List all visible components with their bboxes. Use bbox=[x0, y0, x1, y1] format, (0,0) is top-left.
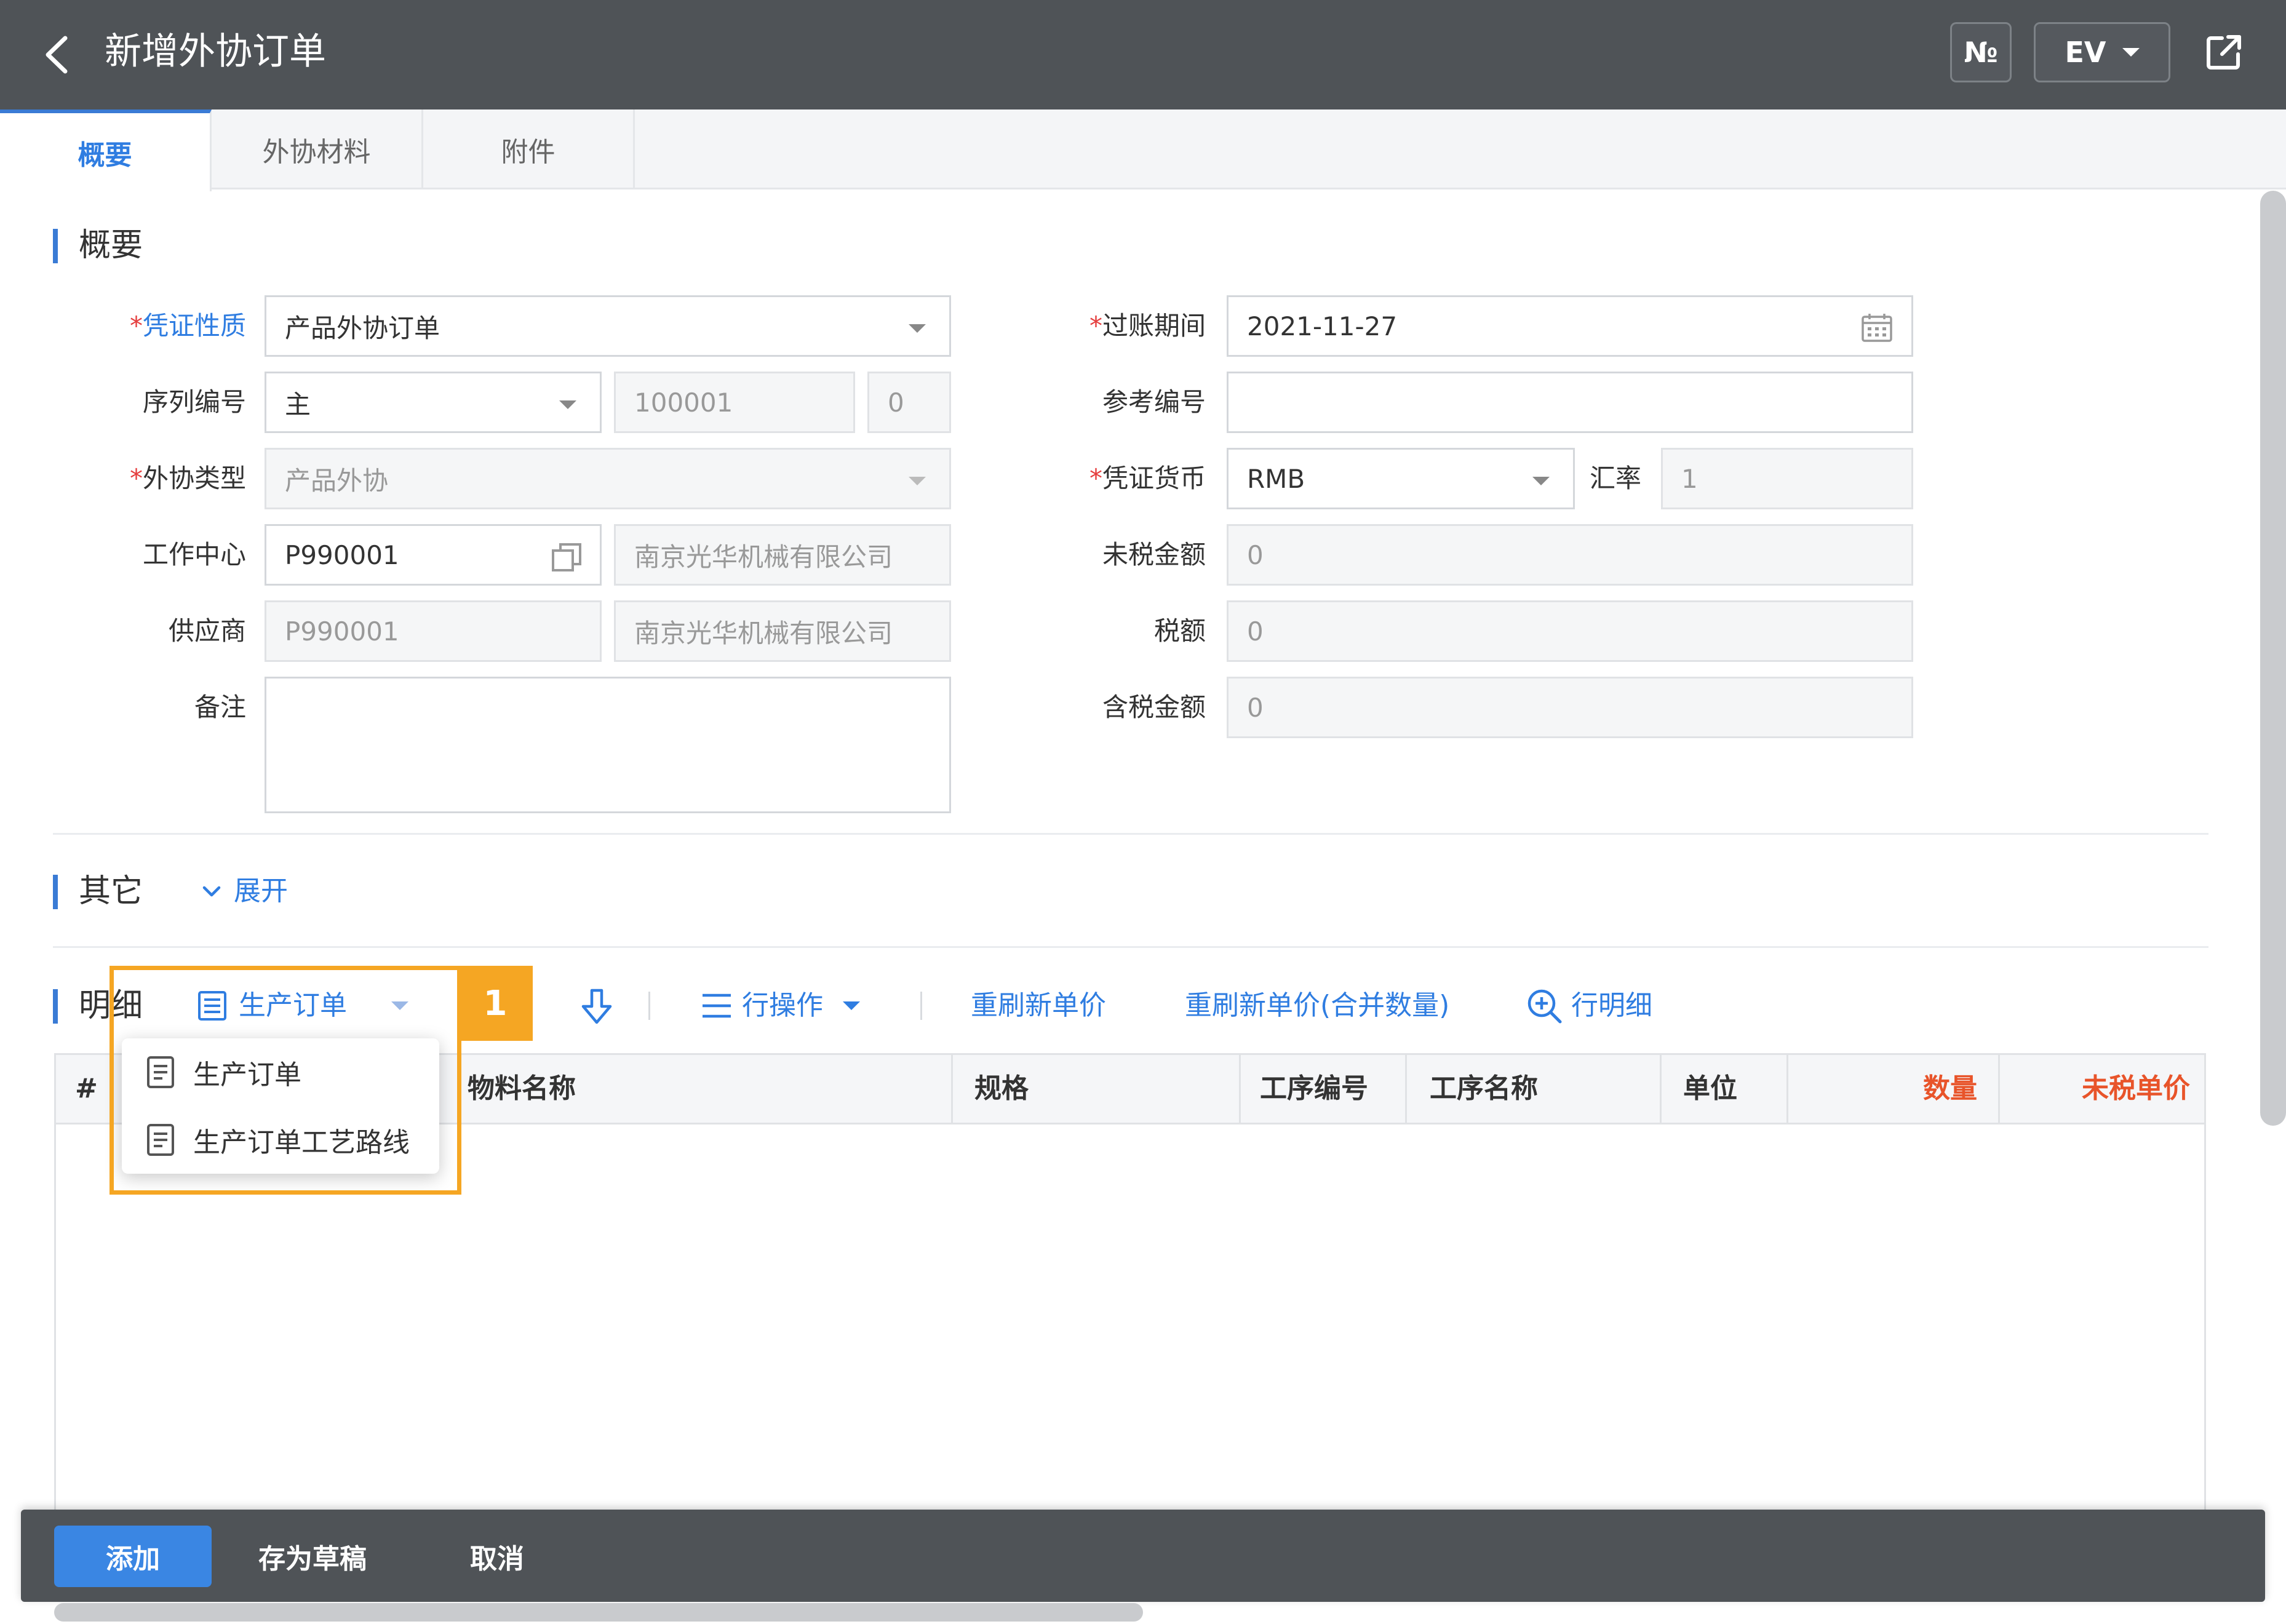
serial-no-select[interactable]: 主 bbox=[265, 372, 602, 433]
chevron-down-icon bbox=[909, 324, 926, 333]
column-header-process-no: 工序编号 bbox=[1260, 1073, 1368, 1104]
serial-suffix-field: 0 bbox=[867, 372, 951, 433]
divider bbox=[53, 946, 2208, 948]
chevron-down-icon bbox=[909, 477, 926, 485]
section-title-overview: 概要 bbox=[79, 227, 143, 264]
expand-toggle[interactable]: 展开 bbox=[199, 870, 288, 913]
step-badge: 1 bbox=[458, 966, 533, 1041]
cancel-button[interactable]: 取消 bbox=[470, 1526, 524, 1587]
ev-dropdown-button[interactable]: EV bbox=[2034, 22, 2170, 82]
toolbar-separator bbox=[920, 992, 922, 1020]
remark-textarea[interactable] bbox=[265, 677, 951, 813]
posting-period-label: *过账期间 bbox=[1089, 311, 1206, 341]
vertical-scrollbar[interactable] bbox=[2260, 191, 2286, 1126]
taxed-amount-label: 含税金额 bbox=[1102, 692, 1206, 722]
column-header-untaxed-price: 未税单价 bbox=[2082, 1073, 2190, 1104]
column-header-process-name: 工序名称 bbox=[1430, 1073, 1538, 1104]
taxed-amount-field: 0 bbox=[1227, 677, 1913, 738]
external-link-icon[interactable] bbox=[2204, 32, 2244, 73]
column-divider bbox=[951, 1053, 953, 1124]
ev-button-label: EV bbox=[2065, 36, 2106, 69]
chevron-down-icon bbox=[559, 400, 576, 409]
section-marker bbox=[53, 989, 58, 1024]
number-button[interactable]: № bbox=[1950, 22, 2012, 82]
column-header-index: # bbox=[75, 1073, 98, 1104]
untaxed-amount-label: 未税金额 bbox=[1102, 539, 1206, 570]
outsource-type-select: 产品外协 bbox=[265, 448, 951, 509]
tab-overview-label: 概要 bbox=[78, 139, 132, 171]
section-marker bbox=[53, 875, 58, 909]
column-header-quantity: 数量 bbox=[1923, 1073, 1977, 1104]
section-title-other: 其它 bbox=[79, 873, 143, 910]
supplier-label: 供应商 bbox=[168, 616, 246, 646]
rate-label: 汇率 bbox=[1589, 463, 1641, 493]
column-divider bbox=[1405, 1053, 1407, 1124]
refresh-price-button[interactable]: 重刷新单价 bbox=[971, 984, 1106, 1027]
section-marker bbox=[53, 229, 58, 263]
import-arrow-icon[interactable] bbox=[578, 988, 615, 1026]
number-button-label: № bbox=[1964, 36, 1998, 69]
column-divider bbox=[1239, 1053, 1241, 1124]
copy-icon[interactable] bbox=[551, 541, 584, 574]
tab-materials-label: 外协材料 bbox=[262, 137, 371, 168]
calendar-icon[interactable] bbox=[1861, 313, 1893, 343]
currency-label: *凭证货币 bbox=[1089, 463, 1206, 493]
voucher-type-label: *凭证性质 bbox=[129, 311, 246, 341]
serial-number-field: 100001 bbox=[614, 372, 855, 433]
page-title: 新增外协订单 bbox=[105, 30, 326, 73]
serial-no-label: 序列编号 bbox=[142, 387, 246, 417]
ref-no-label: 参考编号 bbox=[1102, 387, 1206, 417]
back-arrow-icon[interactable] bbox=[37, 33, 76, 76]
column-header-spec: 规格 bbox=[974, 1073, 1029, 1104]
ref-no-input[interactable] bbox=[1227, 372, 1913, 433]
work-center-input[interactable]: P990001 bbox=[265, 524, 602, 586]
rate-field: 1 bbox=[1661, 448, 1913, 509]
app-header bbox=[0, 0, 2286, 109]
work-center-name-field: 南京光华机械有限公司 bbox=[614, 524, 951, 586]
tab-attachments[interactable]: 附件 bbox=[423, 109, 635, 189]
column-divider bbox=[1660, 1053, 1662, 1124]
divider bbox=[53, 833, 2208, 835]
outsource-type-label: *外协类型 bbox=[129, 463, 246, 493]
voucher-type-select[interactable]: 产品外协订单 bbox=[265, 295, 951, 357]
supplier-code-field: P990001 bbox=[265, 600, 602, 662]
tab-overview[interactable]: 概要 bbox=[0, 109, 212, 191]
caret-down-icon bbox=[2122, 48, 2140, 57]
currency-select[interactable]: RMB bbox=[1227, 448, 1575, 509]
posting-period-datepicker[interactable]: 2021-11-27 bbox=[1227, 295, 1913, 357]
row-detail-button[interactable]: 行明细 bbox=[1526, 984, 1652, 1027]
zoom-in-icon bbox=[1527, 989, 1562, 1024]
tab-attachments-label: 附件 bbox=[501, 137, 556, 168]
untaxed-amount-field: 0 bbox=[1227, 524, 1913, 586]
remark-label: 备注 bbox=[194, 692, 246, 722]
row-operations-dropdown[interactable]: 行操作 bbox=[700, 984, 860, 1027]
work-center-label: 工作中心 bbox=[142, 539, 246, 570]
refresh-price-merge-button[interactable]: 重刷新单价(合并数量) bbox=[1185, 984, 1449, 1027]
horizontal-scrollbar[interactable] bbox=[54, 1603, 1143, 1622]
column-header-material-name: 物料名称 bbox=[468, 1073, 576, 1104]
menu-lines-icon bbox=[703, 993, 731, 1018]
highlight-box bbox=[110, 966, 461, 1195]
chevron-down-icon bbox=[202, 886, 221, 897]
save-draft-button[interactable]: 存为草稿 bbox=[258, 1526, 367, 1587]
tax-field: 0 bbox=[1227, 600, 1913, 662]
tab-outsource-materials[interactable]: 外协材料 bbox=[212, 109, 423, 189]
chevron-down-icon bbox=[1532, 477, 1550, 485]
toolbar-separator bbox=[648, 992, 650, 1020]
caret-down-icon bbox=[843, 1001, 860, 1010]
column-header-unit: 单位 bbox=[1683, 1073, 1737, 1104]
supplier-name-field: 南京光华机械有限公司 bbox=[614, 600, 951, 662]
add-button[interactable]: 添加 bbox=[54, 1526, 212, 1587]
tax-label: 税额 bbox=[1153, 616, 1206, 646]
